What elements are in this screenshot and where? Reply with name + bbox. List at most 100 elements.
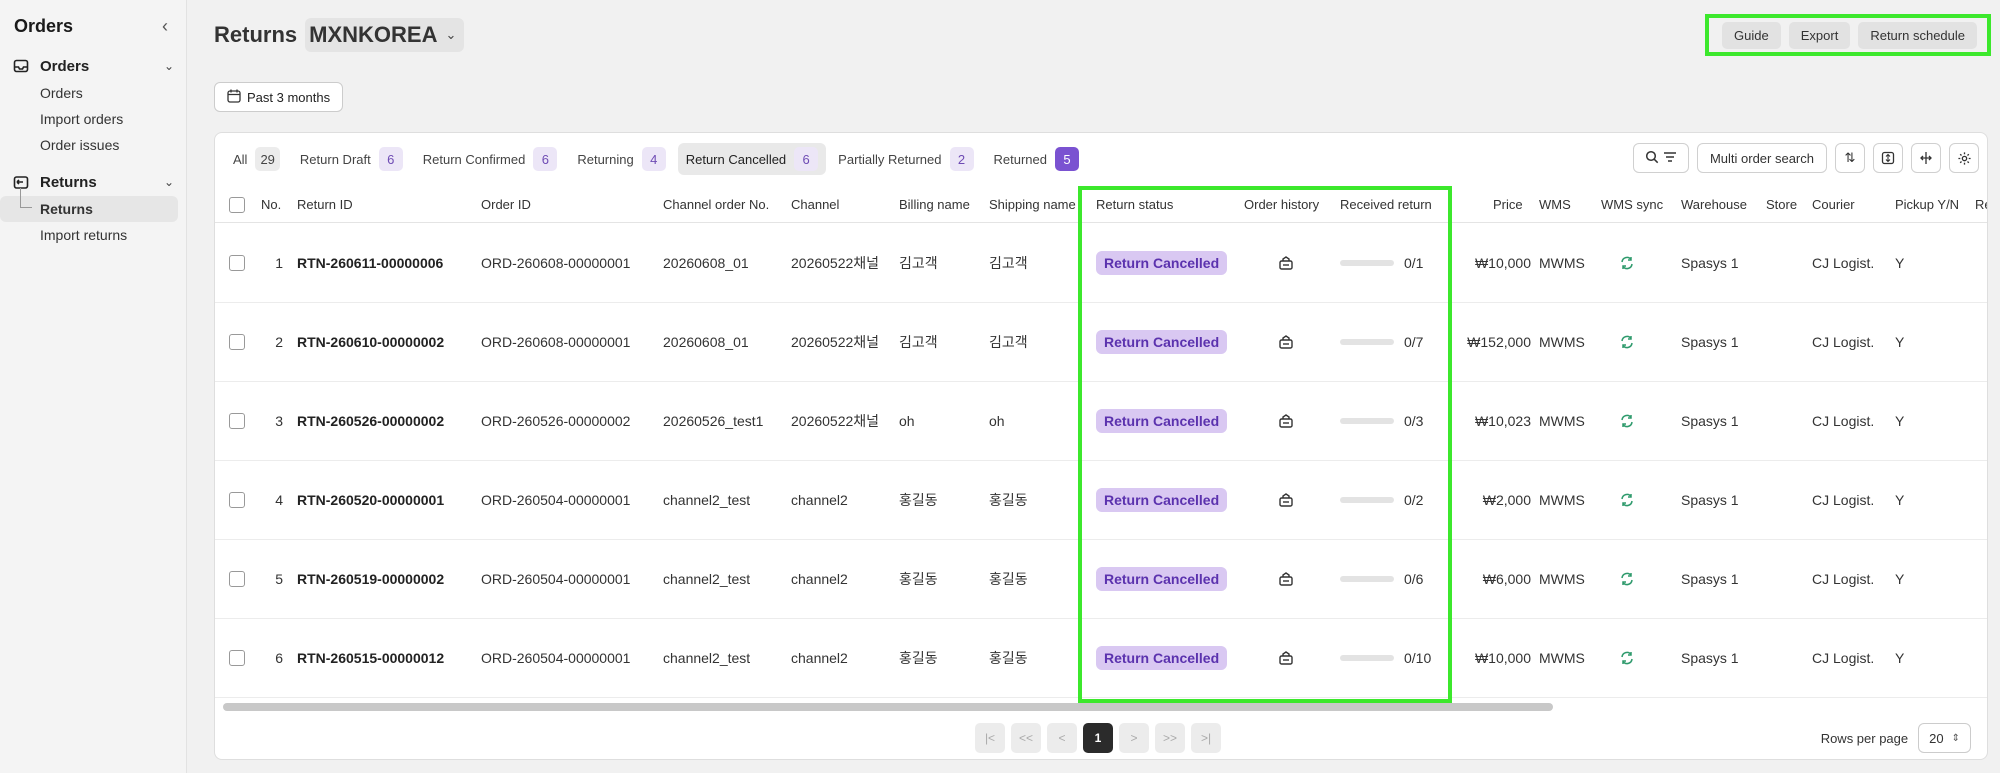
page-title: Returns MXNKOREA ⌄	[214, 18, 465, 52]
sidebar-item-import-orders[interactable]: Import orders	[0, 106, 186, 132]
wms-sync-icon[interactable]	[1619, 224, 1635, 302]
col-price[interactable]: Price	[1493, 187, 1523, 222]
store-selector[interactable]: MXNKOREA ⌄	[305, 18, 465, 52]
settings-gear-icon[interactable]	[1949, 143, 1979, 173]
col-wms-sync[interactable]: WMS sync	[1601, 187, 1663, 222]
return-id-link[interactable]: RTN-260610-00000002	[297, 303, 444, 381]
table-row[interactable]: 1 RTN-260611-00000006 ORD-260608-0000000…	[215, 224, 1987, 303]
return-id-link[interactable]: RTN-260526-00000002	[297, 382, 444, 460]
row-select[interactable]	[229, 461, 245, 539]
first-page-button[interactable]: |<	[975, 723, 1005, 753]
col-pickup[interactable]: Pickup Y/N	[1895, 187, 1959, 222]
horizontal-scrollbar[interactable]	[223, 703, 1553, 711]
guide-button[interactable]: Guide	[1722, 21, 1781, 49]
multi-order-search-button[interactable]: Multi order search	[1696, 143, 1827, 173]
sidebar-section-orders[interactable]: Orders ⌄	[0, 52, 186, 80]
next-page-button[interactable]: >	[1119, 723, 1149, 753]
tab-all[interactable]: All 29	[225, 143, 288, 175]
checkbox[interactable]	[229, 255, 245, 271]
wms-sync-icon[interactable]	[1619, 461, 1635, 539]
order-history-icon[interactable]	[1278, 382, 1294, 460]
col-return-status[interactable]: Return status	[1096, 187, 1173, 222]
status-badge: Return Cancelled	[1096, 646, 1228, 670]
row-select[interactable]	[229, 382, 245, 460]
billing-name: 김고객	[899, 334, 938, 350]
collapse-sidebar-icon[interactable]: ‹	[162, 16, 168, 37]
row-select[interactable]	[229, 303, 245, 381]
export-button[interactable]: Export	[1788, 21, 1851, 49]
col-store[interactable]: Store	[1766, 187, 1797, 222]
tab-return-draft[interactable]: Return Draft 6	[292, 143, 411, 175]
return-id-link[interactable]: RTN-260611-00000006	[297, 224, 443, 302]
return-id-link[interactable]: RTN-260515-00000012	[297, 619, 444, 697]
status-badge: Return Cancelled	[1096, 488, 1228, 512]
select-all-checkbox[interactable]	[229, 187, 245, 222]
col-truncated[interactable]: Re	[1975, 187, 1987, 222]
tab-returned[interactable]: Returned 5	[986, 143, 1087, 175]
col-billing-name[interactable]: Billing name	[899, 187, 970, 222]
col-channel-order-no[interactable]: Channel order No.	[663, 187, 769, 222]
sidebar-section-label: Orders	[40, 57, 90, 75]
checkbox[interactable]	[229, 413, 245, 429]
order-history-icon[interactable]	[1278, 224, 1294, 302]
col-no[interactable]: No.	[261, 187, 281, 222]
return-schedule-button[interactable]: Return schedule	[1858, 21, 1977, 49]
sidebar-item-returns[interactable]: Returns	[0, 188, 178, 222]
next-block-button[interactable]: >>	[1155, 723, 1185, 753]
col-order-history[interactable]: Order history	[1244, 187, 1319, 222]
sidebar-item-import-returns[interactable]: Import returns	[0, 222, 186, 248]
col-return-id[interactable]: Return ID	[297, 187, 353, 222]
received-return-cell: 0/10	[1340, 619, 1431, 697]
col-courier[interactable]: Courier	[1812, 187, 1855, 222]
tab-partially-returned[interactable]: Partially Returned 2	[830, 143, 981, 175]
status-badge: Return Cancelled	[1096, 330, 1228, 354]
col-shipping-name[interactable]: Shipping name	[989, 187, 1077, 222]
prev-block-button[interactable]: <<	[1011, 723, 1041, 753]
table-row[interactable]: 2 RTN-260610-00000002 ORD-260608-0000000…	[215, 303, 1987, 382]
checkbox[interactable]	[229, 650, 245, 666]
checkbox[interactable]	[229, 196, 245, 213]
tab-return-cancelled[interactable]: Return Cancelled 6	[677, 143, 827, 175]
checkbox[interactable]	[229, 571, 245, 587]
date-filter-button[interactable]: Past 3 months	[214, 82, 344, 112]
prev-page-button[interactable]: <	[1047, 723, 1077, 753]
table-row[interactable]: 3 RTN-260526-00000002 ORD-260526-0000000…	[215, 382, 1987, 461]
rows-per-page-select[interactable]: 20 ⇕	[1918, 723, 1971, 753]
wms-sync-icon[interactable]	[1619, 619, 1635, 697]
price: ₩10,000	[1474, 255, 1531, 271]
row-select[interactable]	[229, 540, 245, 618]
checkbox[interactable]	[229, 334, 245, 350]
order-history-icon[interactable]	[1278, 461, 1294, 539]
last-page-button[interactable]: >|	[1191, 723, 1221, 753]
sidebar-item-orders[interactable]: Orders	[0, 80, 186, 106]
table-row[interactable]: 6 RTN-260515-00000012 ORD-260504-0000000…	[215, 619, 1987, 698]
order-history-icon[interactable]	[1278, 303, 1294, 381]
search-filter-button[interactable]	[1632, 143, 1689, 173]
row-height-icon[interactable]	[1873, 143, 1903, 173]
column-width-icon[interactable]	[1911, 143, 1941, 173]
row-select[interactable]	[229, 224, 245, 302]
col-channel[interactable]: Channel	[791, 187, 839, 222]
return-id-link[interactable]: RTN-260520-00000001	[297, 461, 444, 539]
table-row[interactable]: 5 RTN-260519-00000002 ORD-260504-0000000…	[215, 540, 1987, 619]
tab-return-confirmed[interactable]: Return Confirmed 6	[415, 143, 566, 175]
wms-sync-icon[interactable]	[1619, 382, 1635, 460]
tab-label: Returned	[993, 151, 1047, 167]
table-row[interactable]: 4 RTN-260520-00000001 ORD-260504-0000000…	[215, 461, 1987, 540]
row-select[interactable]	[229, 619, 245, 697]
return-id-link[interactable]: RTN-260519-00000002	[297, 540, 444, 618]
col-order-id[interactable]: Order ID	[481, 187, 531, 222]
sort-icon[interactable]: ⇅	[1835, 143, 1865, 173]
page-1-button[interactable]: 1	[1083, 723, 1113, 753]
col-wms[interactable]: WMS	[1539, 187, 1571, 222]
wms-sync-icon[interactable]	[1619, 303, 1635, 381]
col-received-return[interactable]: Received return	[1340, 187, 1432, 222]
sidebar-item-order-issues[interactable]: Order issues	[0, 132, 186, 158]
order-history-icon[interactable]	[1278, 619, 1294, 697]
courier: CJ Logist.	[1812, 334, 1875, 350]
tab-returning[interactable]: Returning 4	[569, 143, 673, 175]
checkbox[interactable]	[229, 492, 245, 508]
col-warehouse[interactable]: Warehouse	[1681, 187, 1747, 222]
wms-sync-icon[interactable]	[1619, 540, 1635, 618]
order-history-icon[interactable]	[1278, 540, 1294, 618]
